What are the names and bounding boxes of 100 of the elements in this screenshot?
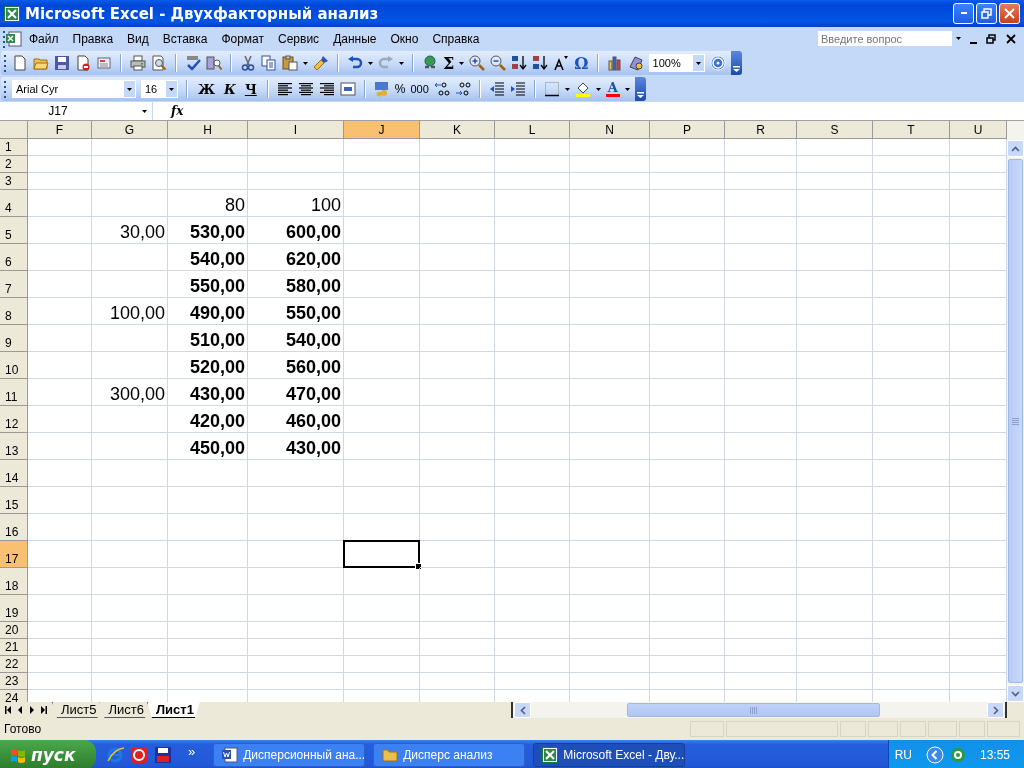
caret-icon[interactable]: [368, 61, 373, 65]
row-header[interactable]: 7: [0, 271, 28, 298]
caret-icon[interactable]: [595, 87, 601, 91]
toolbar-grip-icon[interactable]: [3, 79, 7, 99]
row-header[interactable]: 22: [0, 656, 28, 673]
thousands-separator-button[interactable]: 000: [410, 83, 429, 95]
show-hidden-icons-icon[interactable]: [925, 746, 944, 764]
undo-icon[interactable]: [347, 55, 363, 71]
sort-descending-icon[interactable]: [532, 55, 549, 71]
chevron-up-icon[interactable]: [1011, 145, 1020, 152]
close-button[interactable]: [999, 3, 1020, 24]
caret-icon[interactable]: [564, 87, 570, 91]
row-header[interactable]: 1: [0, 139, 28, 156]
row-header[interactable]: 20: [0, 622, 28, 639]
previous-sheet-icon[interactable]: [17, 706, 23, 714]
percent-button[interactable]: %: [394, 82, 406, 96]
sheet-tab[interactable]: Лист1: [146, 702, 200, 718]
menu-item[interactable]: Окно: [383, 29, 426, 48]
fill-color-icon[interactable]: [574, 81, 591, 97]
row-header[interactable]: 4: [0, 190, 28, 217]
merge-center-icon[interactable]: [339, 81, 356, 97]
column-header[interactable]: H: [168, 121, 248, 139]
bold-button[interactable]: Ж: [196, 81, 218, 97]
chevron-right-icon[interactable]: [992, 705, 999, 715]
paste-icon[interactable]: [282, 55, 298, 71]
autosum-button[interactable]: Σ: [443, 53, 455, 73]
font-size-dropdown[interactable]: 16: [141, 80, 178, 98]
column-header[interactable]: T: [873, 121, 950, 139]
more-button[interactable]: »: [188, 743, 196, 759]
row-header[interactable]: 13: [0, 433, 28, 460]
row-header[interactable]: 17: [0, 541, 28, 568]
caret-icon[interactable]: [695, 61, 701, 65]
open-folder-icon[interactable]: [33, 55, 49, 71]
row-header[interactable]: 24: [0, 690, 28, 702]
minimize-button[interactable]: [953, 3, 974, 24]
row-header[interactable]: 10: [0, 352, 28, 379]
print-icon[interactable]: [130, 55, 146, 71]
cut-icon[interactable]: [240, 55, 256, 71]
drawing-icon[interactable]: [627, 55, 644, 71]
active-cell[interactable]: [343, 540, 420, 568]
tray-app-icon[interactable]: [949, 747, 966, 763]
menu-item[interactable]: Вид: [120, 29, 156, 48]
row-header[interactable]: 3: [0, 173, 28, 190]
row-header[interactable]: 12: [0, 406, 28, 433]
menu-item[interactable]: Формат: [214, 29, 272, 48]
chevron-left-icon[interactable]: [519, 705, 526, 715]
copy-icon[interactable]: [261, 55, 277, 71]
align-left-icon[interactable]: [276, 81, 293, 97]
currency-icon[interactable]: [373, 81, 390, 97]
dropdown-caret-icon[interactable]: [955, 37, 961, 40]
row-header[interactable]: 15: [0, 487, 28, 514]
align-right-icon[interactable]: [318, 81, 335, 97]
row-header[interactable]: 23: [0, 673, 28, 690]
email-icon[interactable]: [96, 55, 112, 71]
borders-icon[interactable]: [543, 81, 560, 97]
floppy-app-icon[interactable]: [154, 746, 172, 764]
column-header[interactable]: U: [950, 121, 1007, 139]
sort-ascending-icon[interactable]: [511, 55, 528, 71]
print-preview-icon[interactable]: [151, 55, 167, 71]
column-header[interactable]: N: [570, 121, 650, 139]
row-header[interactable]: 8: [0, 298, 28, 325]
caret-icon[interactable]: [169, 87, 174, 91]
vertical-scrollbar-thumb[interactable]: [1008, 159, 1023, 683]
column-header[interactable]: S: [797, 121, 873, 139]
workbook-icon[interactable]: [6, 30, 22, 47]
row-header[interactable]: 11: [0, 379, 28, 406]
row-header[interactable]: 16: [0, 514, 28, 541]
caret-icon[interactable]: [303, 61, 308, 65]
row-header[interactable]: 14: [0, 460, 28, 487]
column-header[interactable]: P: [650, 121, 725, 139]
underline-button[interactable]: Ч: [242, 81, 259, 97]
column-header[interactable]: J: [344, 121, 420, 139]
decrease-decimal-icon[interactable]: [454, 81, 471, 97]
first-sheet-icon[interactable]: [5, 706, 11, 714]
increase-indent-icon[interactable]: [509, 81, 526, 97]
horizontal-scrollbar-thumb[interactable]: [627, 703, 880, 717]
toolbar-options-icon[interactable]: [636, 92, 644, 98]
menu-item[interactable]: Файл: [22, 29, 66, 48]
save-icon[interactable]: [54, 55, 70, 71]
row-header[interactable]: 6: [0, 244, 28, 271]
scroll-right-button[interactable]: [987, 702, 1004, 718]
research-icon[interactable]: [206, 55, 222, 71]
caret-icon[interactable]: [399, 61, 404, 65]
toolbar-grip-icon[interactable]: [3, 53, 7, 73]
last-sheet-icon[interactable]: [41, 706, 47, 714]
toolbar-options-icon[interactable]: [732, 66, 740, 72]
menu-item[interactable]: Справка: [425, 29, 487, 48]
taskbar-button[interactable]: Дисперс анализ: [373, 743, 526, 767]
close-icon[interactable]: [1006, 33, 1016, 44]
font-size-increase-icon[interactable]: [553, 55, 570, 71]
caret-icon[interactable]: [459, 61, 465, 65]
row-header[interactable]: 9: [0, 325, 28, 352]
restore-icon[interactable]: [986, 33, 996, 44]
align-center-icon[interactable]: [297, 81, 314, 97]
row-header[interactable]: 2: [0, 156, 28, 173]
italic-button[interactable]: К: [222, 81, 238, 97]
permission-icon[interactable]: [75, 55, 91, 71]
column-header[interactable]: I: [248, 121, 344, 139]
decrease-indent-icon[interactable]: [488, 81, 505, 97]
zoom-in-icon[interactable]: [469, 55, 486, 71]
